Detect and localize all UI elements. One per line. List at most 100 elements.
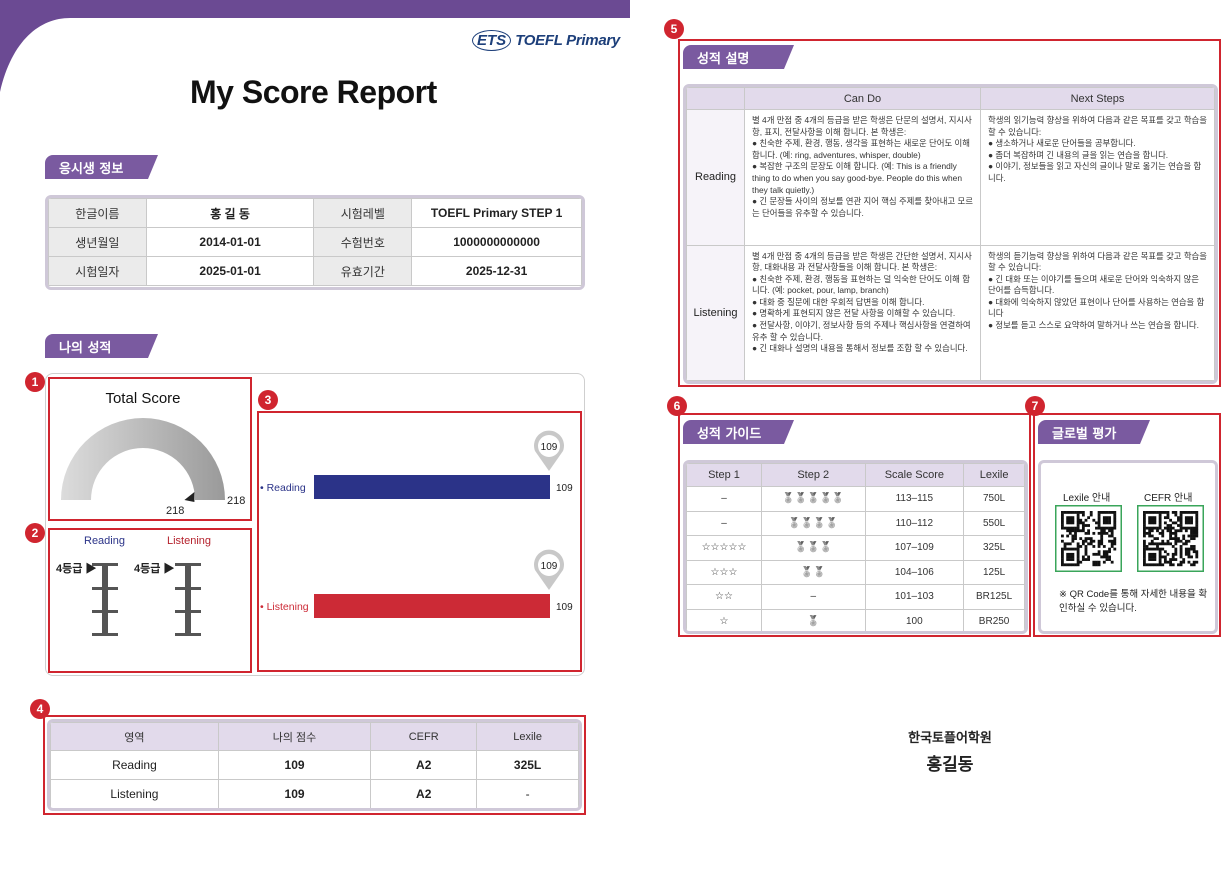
qr-module — [1184, 542, 1188, 546]
qr-module — [1097, 524, 1101, 527]
qr-module — [1187, 521, 1191, 525]
qr-module — [1190, 516, 1193, 520]
info-value: 2014-01-01 — [145, 227, 315, 257]
qr-module — [1068, 521, 1072, 525]
qr-module — [1153, 518, 1157, 522]
qr-module — [1163, 511, 1167, 514]
cefr-qr-code[interactable] — [1137, 505, 1204, 572]
qr-module — [1061, 511, 1064, 514]
candidate-info-table: 한글이름 홍 길 동 시험레벨 TOEFL Primary STEP 1 생년월일 201… — [45, 195, 585, 290]
qr-module — [1068, 547, 1072, 551]
qr-module — [1187, 526, 1191, 530]
qr-module — [1166, 524, 1170, 527]
qr-module — [1174, 558, 1178, 561]
qr-module — [1145, 563, 1149, 567]
qr-module — [1187, 550, 1191, 554]
info-value: 홍 길 동 — [145, 198, 315, 228]
qr-module — [1179, 560, 1183, 564]
qr-module — [1143, 555, 1146, 559]
qr-module — [1095, 563, 1098, 567]
qr-module — [1071, 547, 1075, 551]
qr-module — [1192, 511, 1196, 514]
qr-module — [1174, 547, 1178, 551]
summary-cell: 109 — [217, 750, 372, 780]
qr-module — [1087, 537, 1091, 541]
total-score-label: Total Score — [105, 390, 181, 407]
qr-module — [1108, 516, 1111, 520]
qr-module — [1074, 547, 1077, 551]
qr-module — [1110, 539, 1114, 543]
level-arrow-icon: ▶ — [163, 563, 175, 575]
qr-module — [1076, 526, 1080, 530]
qr-module — [1190, 534, 1193, 538]
qr-module — [1095, 552, 1098, 556]
qr-module — [1190, 537, 1193, 541]
qr-module — [1148, 516, 1152, 520]
qr-module — [1156, 511, 1159, 514]
qr-module — [1087, 558, 1091, 561]
qr-module — [1192, 534, 1196, 538]
qr-module — [1087, 531, 1091, 535]
summary-header: 영역 — [50, 722, 219, 751]
qr-module — [1143, 550, 1146, 554]
qr-module — [1110, 534, 1114, 538]
guide-cell: – — [686, 486, 762, 512]
lexile-qr-code[interactable] — [1055, 505, 1122, 572]
qr-module — [1192, 560, 1196, 564]
qr-module — [1068, 511, 1072, 514]
guide-cell: 325L — [963, 535, 1025, 561]
qr-module — [1195, 552, 1199, 556]
guide-cell: 101–103 — [864, 584, 965, 610]
summary-cell: - — [476, 779, 579, 808]
qr-module — [1174, 531, 1178, 535]
qr-module — [1169, 524, 1173, 527]
qr-module — [1150, 529, 1154, 533]
badge-1: 1 — [25, 372, 45, 392]
qr-module — [1153, 537, 1157, 541]
qr-module — [1076, 545, 1080, 548]
qr-module — [1097, 542, 1101, 546]
qr-module — [1174, 542, 1178, 546]
qr-module — [1166, 513, 1170, 517]
qr-module — [1081, 511, 1085, 514]
explanation-table: Can Do Next Steps Reading 별 4개 만점 중 4개의 등급… — [683, 84, 1218, 384]
qr-module — [1174, 521, 1178, 525]
listening-level-text: 4등급 — [134, 563, 161, 575]
qr-module — [1061, 560, 1064, 564]
ets-logo-mark: ETS — [472, 30, 512, 51]
qr-module — [1158, 526, 1162, 530]
qr-module — [1190, 563, 1193, 567]
qr-module — [1108, 558, 1111, 561]
qr-module — [1071, 526, 1075, 530]
qr-module — [1156, 537, 1159, 541]
cefr-qr-label: CEFR 안내 — [1144, 493, 1193, 504]
qr-module — [1079, 521, 1083, 525]
qr-module — [1102, 545, 1106, 548]
summary-header: 나의 점수 — [217, 722, 372, 751]
qr-module — [1105, 516, 1109, 520]
qr-module — [1076, 542, 1080, 546]
qr-module — [1066, 534, 1070, 538]
table-row: Listening 별 4개 만점 중 4개의 등급을 받은 학생은 간단한 설명… — [686, 244, 1215, 381]
qr-module — [1179, 511, 1183, 514]
qr-module — [1074, 526, 1077, 530]
qr-module — [1150, 526, 1154, 530]
qr-module — [1076, 529, 1080, 533]
qr-module — [1153, 542, 1157, 546]
qr-module — [1195, 511, 1199, 514]
qr-module — [1150, 511, 1154, 514]
qr-module — [1081, 539, 1085, 543]
info-row: 시험일자 2025-01-01 유효기간 2025-12-31 — [48, 256, 582, 286]
qr-module — [1163, 521, 1167, 525]
qr-module — [1182, 534, 1186, 538]
qr-module — [1097, 550, 1101, 554]
qr-module — [1150, 555, 1154, 559]
medal-icon: 🏅 — [782, 493, 795, 505]
qr-module — [1100, 537, 1104, 541]
qr-module — [1192, 526, 1196, 530]
qr-module — [1087, 555, 1091, 559]
section-score-chart: • Reading 109 109 • Listening 109 109 — [260, 430, 573, 618]
qr-module — [1148, 518, 1152, 522]
qr-module — [1143, 542, 1146, 546]
qr-module — [1190, 531, 1193, 535]
